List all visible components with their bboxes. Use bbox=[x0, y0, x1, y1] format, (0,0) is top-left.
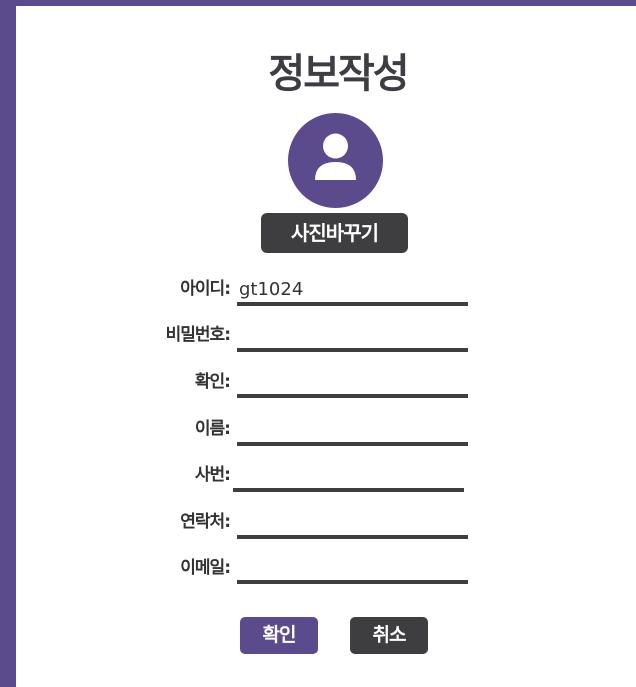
password-field[interactable] bbox=[237, 322, 468, 352]
id-label: 아이디: bbox=[180, 279, 231, 299]
name-field[interactable] bbox=[237, 416, 468, 446]
cancel-button[interactable]: 취소 bbox=[350, 617, 428, 654]
page-title: 정보작성 bbox=[268, 51, 409, 97]
password-label: 비밀번호: bbox=[165, 325, 231, 345]
phone-field[interactable] bbox=[237, 509, 468, 539]
confirm-button[interactable]: 확인 bbox=[240, 617, 318, 654]
password-confirm-field[interactable] bbox=[237, 368, 468, 398]
frame-left-border bbox=[0, 0, 16, 687]
employee-number-field[interactable] bbox=[233, 462, 464, 492]
phone-label: 연락처: bbox=[180, 512, 231, 532]
change-photo-button[interactable]: 사진바꾸기 bbox=[261, 213, 408, 253]
id-field[interactable] bbox=[237, 276, 468, 306]
avatar bbox=[288, 113, 383, 208]
password-confirm-label: 확인: bbox=[194, 372, 231, 392]
email-label: 이메일: bbox=[180, 558, 231, 578]
frame-top-border bbox=[0, 0, 636, 6]
name-label: 이름: bbox=[194, 419, 231, 439]
email-field[interactable] bbox=[237, 554, 468, 584]
employee-number-label: 사번: bbox=[194, 465, 231, 485]
user-icon bbox=[315, 133, 356, 180]
